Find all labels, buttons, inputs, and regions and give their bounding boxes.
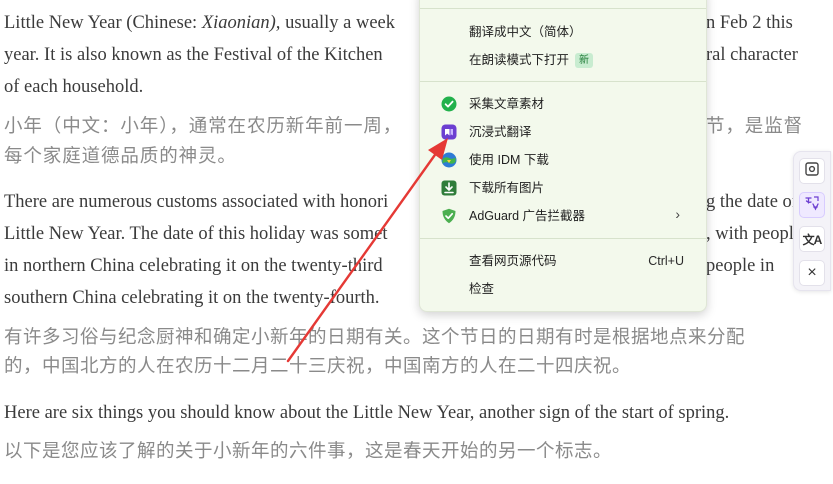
menu-item-label: 检查: [469, 282, 495, 296]
download-icon: [441, 180, 457, 196]
menu-separator: [420, 238, 706, 239]
menu-item-label: 翻译成中文（简体）: [469, 25, 582, 39]
article-line: of each household.: [4, 77, 144, 97]
menu-item-reader-mode[interactable]: 在朗读模式下打开新: [420, 47, 706, 73]
menu-item-download-images[interactable]: 下载所有图片: [420, 175, 706, 201]
new-badge: 新: [575, 53, 594, 68]
menu-item-label: 沉浸式翻译: [469, 125, 532, 139]
menu-item-adguard[interactable]: AdGuard 广告拦截器 ›: [420, 203, 706, 229]
translation-line: 每个家庭道德品质的神灵。: [4, 147, 237, 167]
immersive-translate-side-toolbar: 文A ×: [793, 151, 831, 291]
article: Little New Year (Chinese: Xiaonian), usu…: [0, 0, 833, 484]
menu-item-label: AdGuard 广告拦截器: [469, 209, 586, 223]
screenshot-icon: [804, 161, 820, 182]
close-icon: ×: [807, 264, 817, 281]
menu-item-label: 下载所有图片: [469, 181, 545, 195]
menu-item-label: 在朗读模式下打开新: [469, 52, 594, 68]
menu-item-idm[interactable]: 使用 IDM 下载: [420, 147, 706, 173]
article-line-fragment: g the date of: [706, 192, 798, 212]
article-line: year. It is also known as the Festival o…: [4, 45, 383, 65]
submenu-arrow-icon: ›: [675, 206, 680, 222]
menu-item-translate[interactable]: 翻译成中文（简体）: [420, 19, 706, 45]
translate-button[interactable]: 文A: [799, 226, 825, 252]
article-line: Here are six things you should know abou…: [4, 403, 730, 423]
close-toolbar-button[interactable]: ×: [799, 260, 825, 286]
article-line-fragment: ral character: [706, 45, 798, 65]
immersive-translate-icon: [441, 124, 457, 140]
collect-icon: [441, 96, 457, 112]
translation-line: 小年（中文：小年），通常在农历新年前一周，: [4, 117, 403, 137]
menu-item-collect[interactable]: 采集文章素材: [420, 91, 706, 117]
translation-line: 的，中国北方的人在农历十二月二十三庆祝，中国南方的人在二十四庆祝。: [4, 357, 632, 377]
translate-icon: 文A: [802, 232, 823, 247]
screenshot-button[interactable]: [799, 158, 825, 184]
shortcut-label: Ctrl+U: [648, 254, 684, 268]
menu-item-label: 使用 IDM 下载: [469, 153, 549, 167]
article-line: Little New Year. The date of this holida…: [4, 224, 388, 244]
menu-item-inspect[interactable]: 检查: [420, 276, 706, 302]
adguard-shield-icon: [441, 208, 457, 224]
article-line-fragment: , with peopl: [706, 224, 794, 244]
article-line-fragment: people in: [706, 256, 775, 276]
translation-line: 有许多习俗与纪念厨神和确定小新年的日期有关。这个节日的日期有时是根据地点来分配: [4, 328, 746, 348]
article-line: southern China celebrating it on the twe…: [4, 288, 380, 308]
article-line: in northern China celebrating it on the …: [4, 256, 383, 276]
article-line-fragment: n Feb 2 this: [706, 13, 793, 33]
article-line: There are numerous customs associated wi…: [4, 192, 389, 212]
idm-icon: [441, 152, 457, 168]
context-menu: 翻译成中文（简体） 在朗读模式下打开新 采集文章素材 沉浸式翻译 使用 IDM …: [419, 0, 707, 312]
menu-item-view-source[interactable]: 查看网页源代码 Ctrl+U: [420, 248, 706, 274]
menu-item-label: 查看网页源代码: [469, 254, 557, 268]
menu-separator: [420, 81, 706, 82]
translate-page-button[interactable]: [799, 192, 825, 218]
menu-item-label: 采集文章素材: [469, 97, 545, 111]
translation-line-fragment: 节，是监督: [706, 117, 804, 137]
menu-item-immersive-translate[interactable]: 沉浸式翻译: [420, 119, 706, 145]
translate-page-icon: [804, 195, 820, 216]
translation-line: 以下是您应该了解的关于小新年的六件事，这是春天开始的另一个标志。: [4, 442, 613, 462]
article-line: Little New Year (Chinese: Xiaonian), usu…: [4, 13, 395, 33]
menu-separator: [420, 8, 706, 9]
